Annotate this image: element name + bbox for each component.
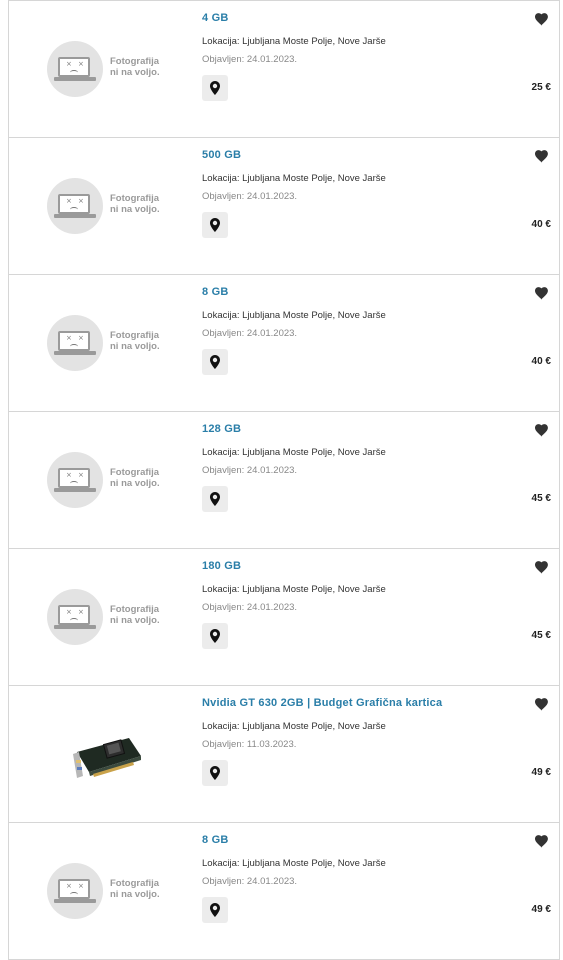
listing-item[interactable]: × × Fotografija ni na voljo. 128 GB Lokac… — [9, 412, 559, 549]
no-photo-placeholder: × × Fotografija ni na voljo. — [47, 315, 167, 373]
listing-location: Lokacija: Ljubljana Moste Polje, Nove Ja… — [202, 447, 386, 458]
listing-published-date: Objavljen: 24.01.2023. — [202, 54, 298, 65]
no-photo-text: Fotografija ni na voljo. — [110, 467, 160, 489]
map-pin-icon — [210, 766, 220, 780]
listing-item[interactable]: Nvidia GT 630 2GB | Budget Grafična kart… — [9, 686, 559, 823]
no-photo-icon: × × — [47, 452, 103, 508]
listing-item[interactable]: × × Fotografija ni na voljo. 8 GB Lokacij… — [9, 275, 559, 412]
listing-location: Lokacija: Ljubljana Moste Polje, Nove Ja… — [202, 858, 386, 869]
no-photo-text: Fotografija ni na voljo. — [110, 56, 160, 78]
listing-item[interactable]: × × Fotografija ni na voljo. 4 GB Lokacij… — [9, 1, 559, 138]
listing-title[interactable]: 4 GB — [202, 12, 228, 24]
map-location-button[interactable] — [202, 897, 228, 923]
listing-price: 45 € — [531, 493, 551, 504]
map-location-button[interactable] — [202, 760, 228, 786]
listing-location: Lokacija: Ljubljana Moste Polje, Nove Ja… — [202, 310, 386, 321]
listing-location: Lokacija: Ljubljana Moste Polje, Nove Ja… — [202, 173, 386, 184]
listing-price: 45 € — [531, 630, 551, 641]
no-photo-placeholder: × × Fotografija ni na voljo. — [47, 452, 167, 510]
heart-icon[interactable] — [535, 150, 549, 163]
listing-price: 40 € — [531, 219, 551, 230]
no-photo-icon: × × — [47, 178, 103, 234]
listing-title[interactable]: 180 GB — [202, 560, 241, 572]
listing-price: 25 € — [531, 82, 551, 93]
map-pin-icon — [210, 492, 220, 506]
heart-icon[interactable] — [535, 698, 549, 711]
listing-published-date: Objavljen: 24.01.2023. — [202, 191, 298, 202]
listing-title[interactable]: 500 GB — [202, 149, 241, 161]
no-photo-icon: × × — [47, 589, 103, 645]
map-location-button[interactable] — [202, 75, 228, 101]
no-photo-placeholder: × × Fotografija ni na voljo. — [47, 589, 167, 647]
listing-price: 49 € — [531, 767, 551, 778]
map-location-button[interactable] — [202, 349, 228, 375]
listing-price: 40 € — [531, 356, 551, 367]
no-photo-placeholder: × × Fotografija ni na voljo. — [47, 178, 167, 236]
no-photo-text: Fotografija ni na voljo. — [110, 878, 160, 900]
listing-title[interactable]: 8 GB — [202, 834, 228, 846]
no-photo-icon: × × — [47, 315, 103, 371]
listing-title[interactable]: Nvidia GT 630 2GB | Budget Grafična kart… — [202, 697, 442, 709]
map-pin-icon — [210, 218, 220, 232]
no-photo-placeholder: × × Fotografija ni na voljo. — [47, 41, 167, 99]
listing-title[interactable]: 128 GB — [202, 423, 241, 435]
listing-price: 49 € — [531, 904, 551, 915]
listing-location: Lokacija: Ljubljana Moste Polje, Nove Ja… — [202, 721, 386, 732]
heart-icon[interactable] — [535, 561, 549, 574]
heart-icon[interactable] — [535, 13, 549, 26]
graphics-card-photo[interactable] — [69, 722, 149, 786]
listing-published-date: Objavljen: 24.01.2023. — [202, 876, 298, 887]
no-photo-text: Fotografija ni na voljo. — [110, 330, 160, 352]
heart-icon[interactable] — [535, 287, 549, 300]
listing-item[interactable]: × × Fotografija ni na voljo. 500 GB Lokac… — [9, 138, 559, 275]
heart-icon[interactable] — [535, 424, 549, 437]
listing-published-date: Objavljen: 24.01.2023. — [202, 465, 298, 476]
listing-published-date: Objavljen: 24.01.2023. — [202, 602, 298, 613]
no-photo-icon: × × — [47, 41, 103, 97]
map-pin-icon — [210, 355, 220, 369]
listing-item[interactable]: × × Fotografija ni na voljo. 180 GB Lokac… — [9, 549, 559, 686]
map-location-button[interactable] — [202, 212, 228, 238]
map-pin-icon — [210, 903, 220, 917]
listing-published-date: Objavljen: 24.01.2023. — [202, 328, 298, 339]
listing-list: × × Fotografija ni na voljo. 4 GB Lokacij… — [8, 0, 560, 960]
listing-published-date: Objavljen: 11.03.2023. — [202, 739, 297, 750]
map-pin-icon — [210, 629, 220, 643]
no-photo-text: Fotografija ni na voljo. — [110, 604, 160, 626]
listing-item[interactable]: × × Fotografija ni na voljo. 8 GB Lokacij… — [9, 823, 559, 960]
map-pin-icon — [210, 81, 220, 95]
listing-title[interactable]: 8 GB — [202, 286, 228, 298]
heart-icon[interactable] — [535, 835, 549, 848]
listing-location: Lokacija: Ljubljana Moste Polje, Nove Ja… — [202, 36, 386, 47]
no-photo-placeholder: × × Fotografija ni na voljo. — [47, 863, 167, 921]
listing-location: Lokacija: Ljubljana Moste Polje, Nove Ja… — [202, 584, 386, 595]
no-photo-text: Fotografija ni na voljo. — [110, 193, 160, 215]
map-location-button[interactable] — [202, 486, 228, 512]
map-location-button[interactable] — [202, 623, 228, 649]
no-photo-icon: × × — [47, 863, 103, 919]
